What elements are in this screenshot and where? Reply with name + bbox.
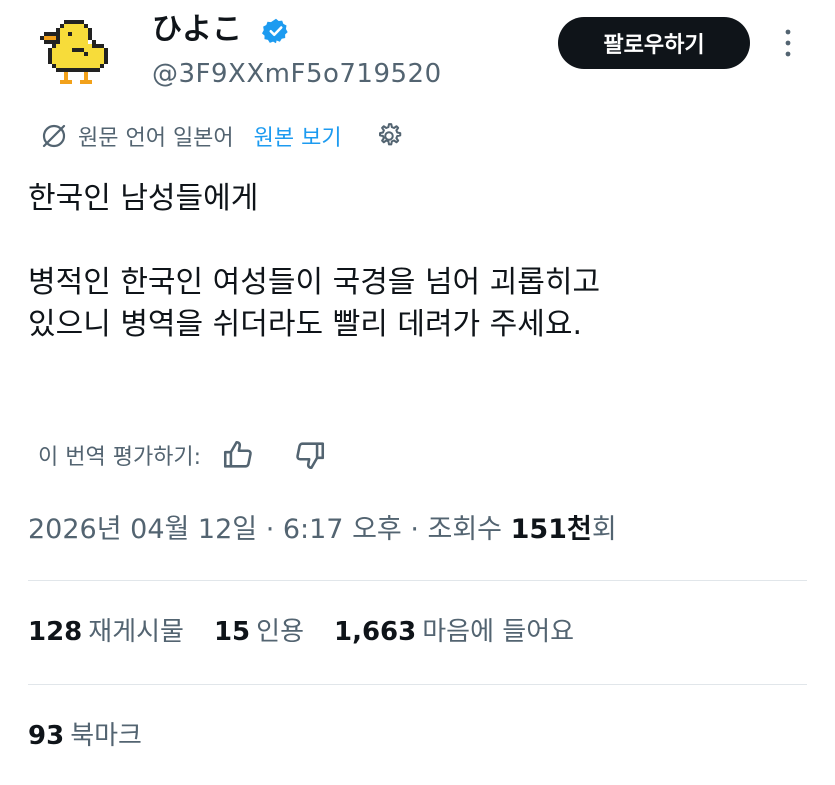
likes-label: 마음에 들어요	[422, 617, 575, 647]
divider	[28, 580, 807, 581]
original-language-label: 원문 언어 일본어	[78, 126, 234, 151]
tweet-text: 한국인 남성들에게 병적인 한국인 여성들이 국경을 넘어 괴롭히고 있으니 병…	[28, 181, 601, 342]
reposts-count: 128	[28, 617, 83, 647]
engagement-stats: 128 재게시물 15 인용 1,663 마음에 들어요	[28, 612, 604, 652]
globe-icon	[40, 122, 68, 150]
quotes-count: 15	[213, 617, 251, 647]
quotes-label: 인용	[256, 617, 304, 647]
bookmarks-stat[interactable]: 93 북마크	[28, 716, 142, 756]
avatar[interactable]	[36, 16, 112, 92]
display-name[interactable]: ひよこ	[152, 12, 242, 48]
user-handle[interactable]: @3F9XXmF5o719520	[152, 58, 442, 90]
follow-button[interactable]: 팔로우하기	[558, 17, 750, 69]
rate-label: 이 번역 평가하기:	[38, 445, 202, 470]
reposts-label: 재게시물	[88, 617, 184, 647]
timestamp[interactable]: 2026년 04월 12일 · 6:17 오후 · 조회수	[28, 514, 511, 545]
reposts-stat[interactable]: 128 재게시물	[28, 612, 184, 652]
tweet-metadata: 2026년 04월 12일 · 6:17 오후 · 조회수 151천회	[28, 510, 617, 550]
bookmarks-count: 93	[28, 721, 65, 751]
thumbs-down-icon[interactable]	[293, 438, 327, 472]
divider	[28, 684, 807, 685]
verified-badge-icon	[262, 17, 290, 45]
likes-stat[interactable]: 1,663 마음에 들어요	[334, 612, 574, 652]
show-original-link[interactable]: 원본 보기	[254, 120, 342, 152]
chick-avatar	[40, 20, 108, 84]
quotes-stat[interactable]: 15 인용	[214, 612, 304, 652]
bookmarks-label: 북마크	[70, 721, 142, 751]
translation-bar: 원문 언어 일본어 원본 보기	[40, 118, 404, 154]
views-suffix: 회	[591, 514, 617, 545]
views-count: 151천	[510, 514, 592, 545]
more-icon[interactable]	[776, 26, 800, 60]
gear-icon[interactable]	[374, 121, 404, 151]
likes-count: 1,663	[334, 617, 417, 647]
rate-translation: 이 번역 평가하기:	[38, 435, 327, 475]
thumbs-up-icon[interactable]	[221, 438, 255, 472]
